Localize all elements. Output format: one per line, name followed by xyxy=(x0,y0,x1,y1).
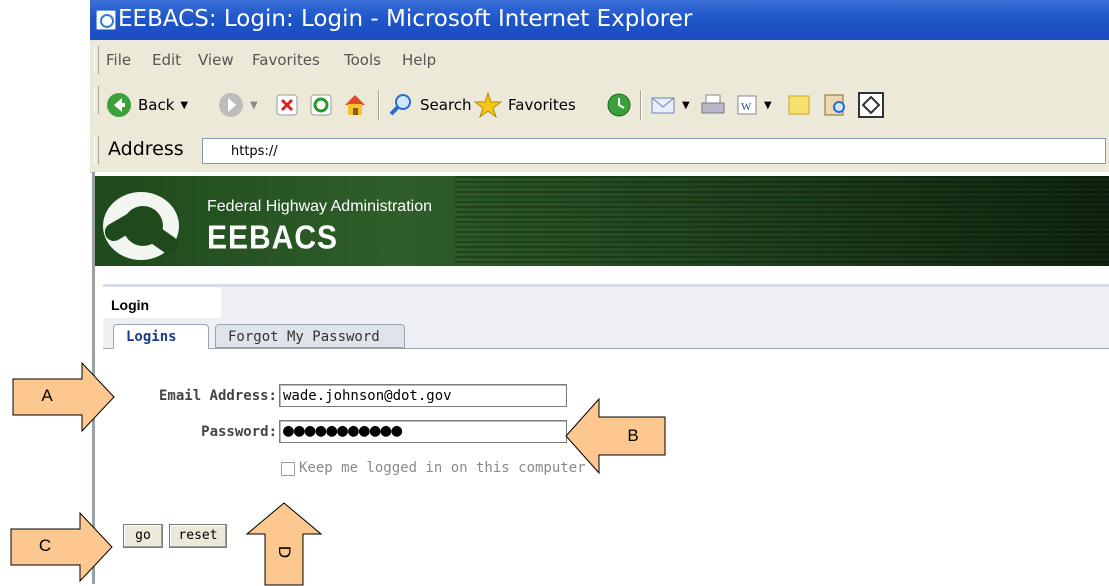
back-arrow-icon xyxy=(107,93,131,117)
agency-name: Federal Highway Administration xyxy=(207,198,432,215)
address-input[interactable]: https:// xyxy=(202,138,1106,164)
search-label: Search xyxy=(420,96,472,114)
callout-c-label: C xyxy=(38,536,52,555)
tab-row: Logins Forgot My Password xyxy=(103,318,1109,349)
toolbar-separator xyxy=(640,90,642,120)
toolbar-separator xyxy=(378,90,380,120)
go-button[interactable]: go xyxy=(123,524,163,548)
callout-b-arrow: B xyxy=(565,398,667,474)
tab-logins[interactable]: Logins xyxy=(113,324,209,349)
address-bar: Address https:// xyxy=(90,130,1109,173)
menu-view[interactable]: View xyxy=(198,51,234,69)
mail-icon xyxy=(651,97,675,114)
callout-a-arrow: A xyxy=(12,362,116,432)
forward-dropdown-icon[interactable]: ▼ xyxy=(250,100,258,111)
home-button[interactable] xyxy=(342,92,368,118)
print-button[interactable] xyxy=(700,92,726,118)
browser-window: EEBACS: Login: Login - Microsoft Interne… xyxy=(90,0,1109,584)
tab-forgot-password[interactable]: Forgot My Password xyxy=(215,324,405,348)
logo-center xyxy=(123,206,163,246)
title-bar: EEBACS: Login: Login - Microsoft Interne… xyxy=(90,0,1109,40)
menu-favorites[interactable]: Favorites xyxy=(252,51,320,69)
address-grip xyxy=(94,136,99,164)
password-field[interactable]: ●●●●●●●●●●● xyxy=(279,420,567,443)
menu-help[interactable]: Help xyxy=(402,51,436,69)
standard-toolbar: Back ▼ ▼ Search Favorites ▼ W ▼ xyxy=(90,80,1109,131)
remember-me-checkbox[interactable] xyxy=(281,462,295,476)
search-button[interactable]: Search xyxy=(388,92,472,118)
back-dropdown-icon[interactable]: ▼ xyxy=(180,100,188,111)
email-field[interactable]: wade.johnson@dot.gov xyxy=(279,384,567,407)
discuss-button[interactable] xyxy=(786,92,812,118)
site-banner: Federal Highway Administration EEBACS xyxy=(95,176,1109,266)
email-label: Email Address: xyxy=(158,388,277,404)
svg-text:W: W xyxy=(741,101,752,113)
menu-grip xyxy=(94,46,99,74)
forward-arrow-icon xyxy=(219,93,243,117)
section-title: Login xyxy=(111,297,150,313)
history-button[interactable] xyxy=(606,92,632,118)
fhwa-logo xyxy=(101,192,183,260)
menu-bar: File Edit View Favorites Tools Help xyxy=(90,40,1109,81)
section-header: Login xyxy=(103,284,1109,321)
refresh-button[interactable] xyxy=(310,92,332,118)
edit-button[interactable]: W ▼ xyxy=(736,92,772,118)
refresh-icon xyxy=(310,94,332,116)
back-button[interactable]: Back ▼ xyxy=(106,92,188,118)
mail-dropdown-icon[interactable]: ▼ xyxy=(682,100,690,111)
history-icon xyxy=(607,93,631,117)
word-edit-icon: W xyxy=(737,95,757,115)
remember-me-label: Keep me logged in on this computer xyxy=(299,460,586,476)
research-button[interactable] xyxy=(822,92,848,118)
menu-tools[interactable]: Tools xyxy=(344,51,381,69)
diamond-icon xyxy=(858,92,884,118)
home-icon xyxy=(345,95,365,115)
mail-button[interactable]: ▼ xyxy=(650,92,690,118)
window-title: EEBACS: Login: Login - Microsoft Interne… xyxy=(118,6,693,32)
callout-a-label: A xyxy=(41,386,53,405)
ie-page-icon xyxy=(96,10,116,30)
address-label: Address xyxy=(108,138,184,160)
banner-texture xyxy=(455,176,1109,266)
callout-d-arrow: D xyxy=(246,502,322,586)
callout-d-label: D xyxy=(275,545,294,559)
password-label: Password: xyxy=(201,424,277,440)
callout-c-arrow: C xyxy=(10,512,114,582)
page-content: Federal Highway Administration EEBACS Lo… xyxy=(92,172,1109,584)
menu-edit[interactable]: Edit xyxy=(152,51,181,69)
app-name: EEBACS xyxy=(207,220,339,257)
favorites-star-icon xyxy=(474,92,502,118)
menu-file[interactable]: File xyxy=(106,51,131,69)
messenger-button[interactable] xyxy=(858,92,884,118)
callout-b-label: B xyxy=(627,426,639,445)
forward-button[interactable]: ▼ xyxy=(218,92,258,118)
back-label: Back xyxy=(138,96,175,114)
printer-icon xyxy=(701,94,725,114)
section-header-label-area: Login xyxy=(103,287,221,321)
stop-icon xyxy=(276,94,298,116)
favorites-label: Favorites xyxy=(508,96,576,114)
reset-button[interactable]: reset xyxy=(169,524,227,548)
favorites-button[interactable]: Favorites xyxy=(474,92,576,118)
edit-dropdown-icon[interactable]: ▼ xyxy=(764,100,772,111)
stop-button[interactable] xyxy=(276,92,298,118)
search-icon xyxy=(389,94,411,116)
note-icon xyxy=(788,95,810,115)
research-icon xyxy=(824,94,845,116)
toolbar-grip xyxy=(94,86,99,114)
